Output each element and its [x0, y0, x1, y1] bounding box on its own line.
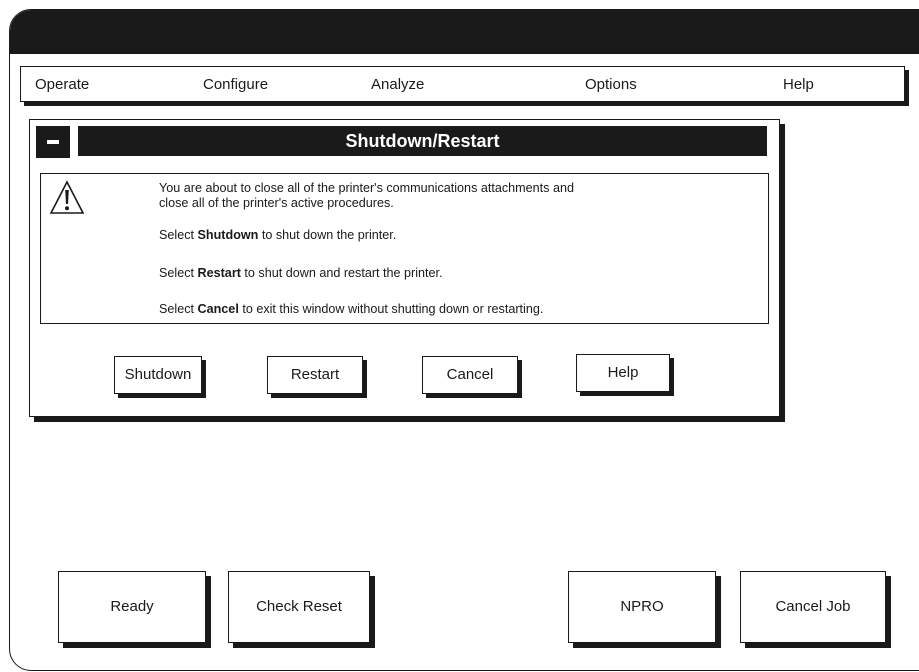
shutdown-button[interactable]: Shutdown [114, 356, 202, 394]
window-titlebar [10, 10, 919, 54]
shutdown-instruction-text: to shut down the printer. [261, 228, 397, 242]
cancel-button[interactable]: Cancel [422, 356, 518, 394]
select-text: Select [159, 228, 195, 242]
menu-operate[interactable]: Operate [35, 76, 89, 93]
shutdown-restart-dialog: Shutdown/Restart You are about to close … [29, 119, 780, 417]
restart-instruction-text: to shut down and restart the printer. [244, 266, 443, 280]
menu-options[interactable]: Options [585, 76, 637, 93]
npro-button[interactable]: NPRO [568, 571, 716, 643]
cancel-instruction-text: to exit this window without shutting dow… [242, 302, 544, 316]
message-line-1: You are about to close all of the printe… [159, 181, 574, 195]
menu-bar: Operate Configure Analyze Options Help [20, 66, 905, 102]
cancel-keyword: Cancel [197, 302, 239, 316]
menu-configure[interactable]: Configure [203, 76, 268, 93]
shutdown-keyword: Shutdown [197, 228, 259, 242]
restart-keyword: Restart [197, 266, 241, 280]
check-reset-button[interactable]: Check Reset [228, 571, 370, 643]
ready-button[interactable]: Ready [58, 571, 206, 643]
warning-icon [49, 180, 85, 214]
restart-instruction: Select Restart to shut down and restart … [159, 266, 443, 281]
menu-help[interactable]: Help [783, 76, 814, 93]
restart-button[interactable]: Restart [267, 356, 363, 394]
dialog-title: Shutdown/Restart [78, 126, 767, 156]
shutdown-instruction: Select Shutdown to shut down the printer… [159, 228, 396, 243]
help-button[interactable]: Help [576, 354, 670, 392]
message-line-2: close all of the printer's active proced… [159, 196, 394, 210]
select-text: Select [159, 266, 195, 280]
message-box: You are about to close all of the printe… [40, 173, 769, 324]
cancel-job-button[interactable]: Cancel Job [740, 571, 886, 643]
select-text: Select [159, 302, 195, 316]
menu-analyze[interactable]: Analyze [371, 76, 424, 93]
minus-icon [47, 140, 59, 144]
cancel-instruction: Select Cancel to exit this window withou… [159, 302, 543, 317]
system-menu-button[interactable] [36, 126, 70, 158]
